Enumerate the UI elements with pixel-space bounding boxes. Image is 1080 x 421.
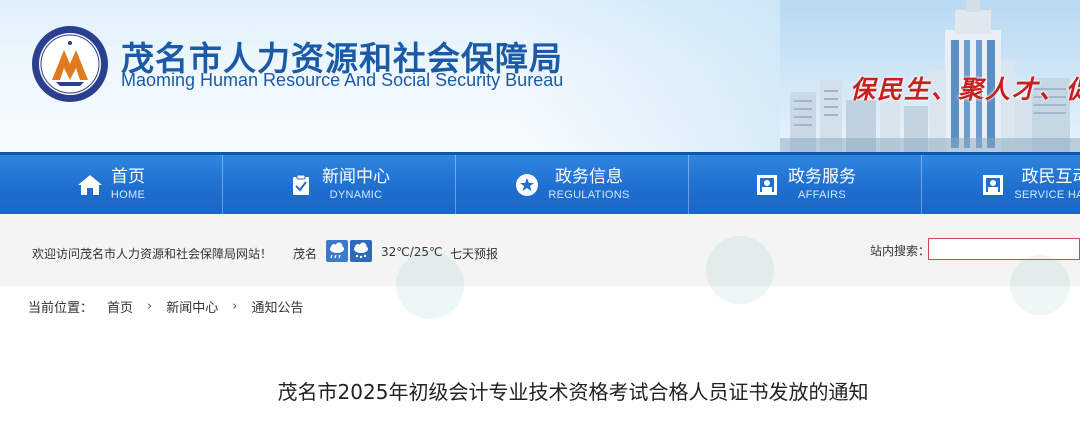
nav-item-regulations[interactable]: 政务信息 REGULATIONS: [456, 155, 689, 214]
nav-sublabel: REGULATIONS: [548, 188, 630, 201]
site-search-input[interactable]: [928, 238, 1080, 260]
breadcrumb-item-notices[interactable]: 通知公告: [251, 297, 303, 316]
nav-label: 政务服务: [788, 166, 856, 187]
nav-label: 首页: [110, 166, 145, 187]
site-title-en: Maoming Human Resource And Social Securi…: [121, 70, 564, 90]
nav-item-interaction[interactable]: 政民互动 SERVICE HALL: [922, 155, 1080, 214]
nav-item-news[interactable]: 新闻中心 DYNAMIC: [223, 155, 456, 214]
snow-cloud-icon: [350, 240, 372, 262]
breadcrumb-separator: ›: [147, 299, 153, 314]
banner-slogan: 保民生、聚人才、促发: [850, 75, 1080, 104]
nav-label: 新闻中心: [322, 166, 390, 187]
header-banner: 茂名市人力资源和社会保障局 Maoming Human Resource And…: [0, 0, 1080, 152]
breadcrumb-item-news[interactable]: 新闻中心: [166, 297, 218, 316]
seven-day-forecast-link[interactable]: 七天预报: [450, 245, 498, 262]
article-title: 茂名市2025年初级会计专业技术资格考试合格人员证书发放的通知: [277, 380, 869, 404]
nav-sublabel: AFFAIRS: [798, 188, 846, 201]
nav-sublabel: DYNAMIC: [329, 188, 383, 201]
breadcrumb-label: 当前位置：: [28, 301, 94, 316]
nav-item-affairs[interactable]: 政务服务 AFFAIRS: [689, 155, 922, 214]
rain-cloud-icon: [326, 240, 348, 262]
welcome-text: 欢迎访问茂名市人力资源和社会保障局网站！: [32, 247, 273, 261]
search-label: 站内搜索：: [870, 244, 931, 258]
clipboard-check-icon: [288, 172, 314, 198]
service-window-icon: [754, 172, 780, 198]
nav-item-home[interactable]: 首页 HOME: [0, 155, 223, 214]
home-icon: [77, 172, 103, 198]
info-bar: 欢迎访问茂名市人力资源和社会保障局网站！ 茂名 32℃/25℃ 七天预报 站内搜…: [0, 214, 1080, 286]
temperature-text: 32℃/25℃: [381, 245, 443, 259]
nav-label: 政务信息: [555, 166, 623, 187]
nav-sublabel: SERVICE HALL: [1014, 188, 1080, 201]
nav-label: 政民互动: [1021, 166, 1080, 187]
breadcrumb-item-home[interactable]: 首页: [107, 297, 133, 316]
main-nav: 首页 HOME 新闻中心 DYNAMIC 政务信息 REGULATIONS 政务…: [0, 152, 1080, 214]
weather-city: 茂名: [293, 247, 318, 261]
nav-sublabel: HOME: [110, 188, 146, 201]
star-circle-icon: [514, 172, 540, 198]
bureau-emblem-icon: [32, 26, 108, 102]
breadcrumb: 当前位置： 首页 › 新闻中心 › 通知公告: [28, 297, 303, 316]
service-window-icon: [980, 172, 1006, 198]
breadcrumb-separator: ›: [232, 299, 238, 314]
